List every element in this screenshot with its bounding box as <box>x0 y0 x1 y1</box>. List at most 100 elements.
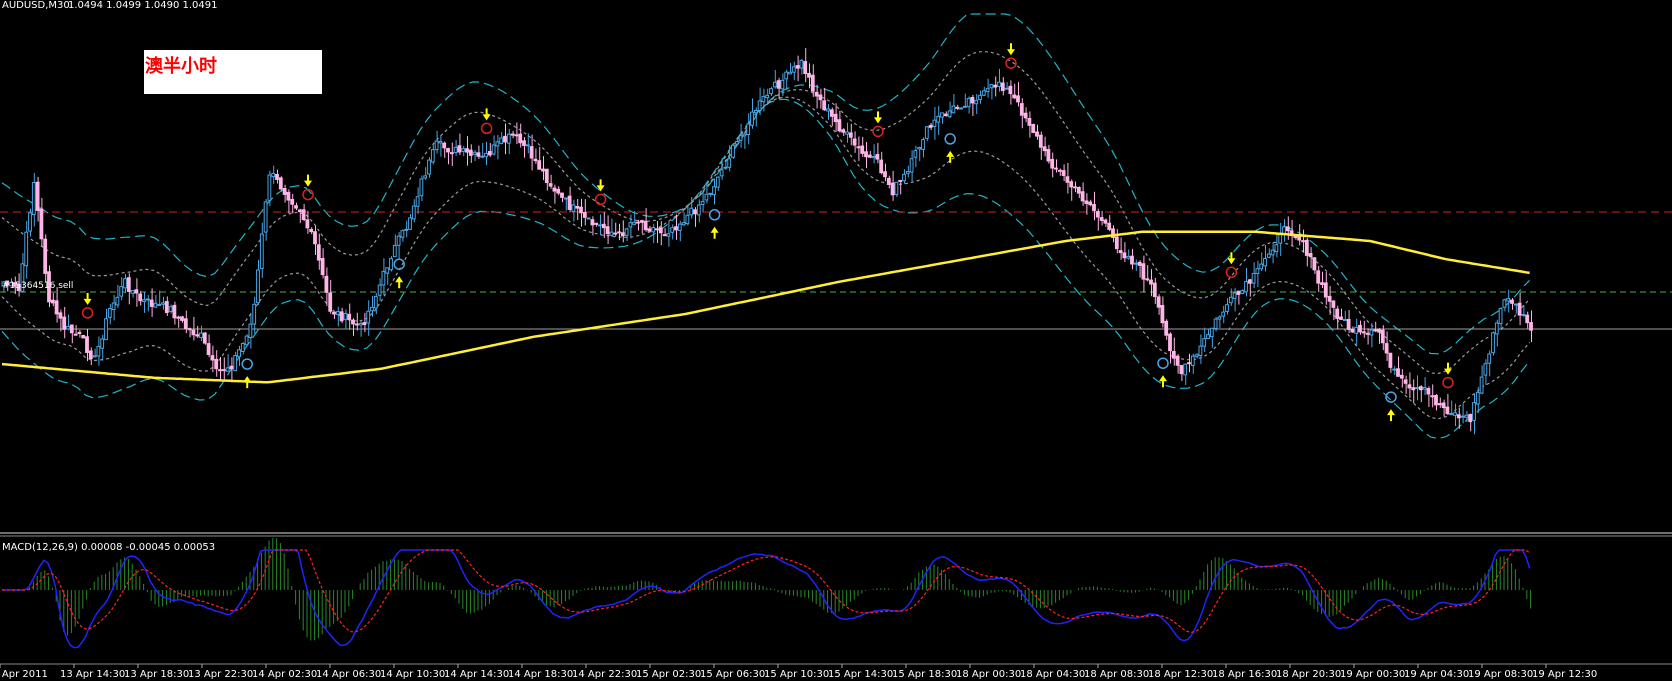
candle-body <box>126 277 131 292</box>
candle-body <box>719 169 724 177</box>
time-tick-label: 13 Apr 2011 <box>0 669 48 680</box>
candle-body <box>1179 365 1184 375</box>
candle-body <box>1046 149 1051 162</box>
candle-body <box>753 109 758 114</box>
candle-body <box>598 224 602 227</box>
candle-body <box>670 227 675 233</box>
candle-body <box>335 311 340 315</box>
candle-body <box>503 135 507 143</box>
candle-body <box>609 231 614 236</box>
candle-body <box>1392 368 1397 371</box>
candle-body <box>449 152 454 155</box>
candle-body <box>940 112 944 118</box>
time-tick-label: 15 Apr 02:30 <box>636 669 701 680</box>
candle-body <box>176 316 181 319</box>
candle-body <box>594 222 599 225</box>
candle-body <box>54 300 59 315</box>
candle-body <box>1358 324 1362 333</box>
candle-body <box>362 322 367 326</box>
candle-body <box>993 84 998 88</box>
candle-body <box>73 333 78 336</box>
candle-body <box>358 322 363 326</box>
candle-body <box>1092 203 1096 211</box>
candle-body <box>1456 414 1461 419</box>
candle-body <box>1206 334 1210 340</box>
candle-body <box>776 80 781 89</box>
candle-body <box>66 325 70 330</box>
candle-body <box>96 345 101 357</box>
candle-body <box>1316 270 1321 284</box>
candle-body <box>1232 292 1237 299</box>
candle-body <box>537 160 542 170</box>
candle-body <box>343 313 348 320</box>
candle-body <box>1133 262 1138 265</box>
candle-body <box>1426 388 1431 395</box>
candle-body <box>351 319 355 325</box>
candle-body <box>1475 392 1480 405</box>
down-arrow-icon <box>594 179 607 206</box>
candle-body <box>1042 146 1047 152</box>
candle-body <box>499 137 504 144</box>
candle-body <box>1004 87 1009 90</box>
candle-body <box>237 349 241 358</box>
candle-body <box>1270 249 1275 256</box>
candle-body <box>1377 328 1381 333</box>
up-arrow-icon <box>708 209 721 239</box>
candle-body <box>902 173 906 182</box>
candle-body <box>624 228 629 236</box>
candle-body <box>871 155 876 159</box>
candle-body <box>134 289 139 294</box>
down-arrow-icon <box>81 292 94 319</box>
candle-body <box>978 94 982 101</box>
candle-body <box>556 188 561 194</box>
candle-body <box>917 146 922 150</box>
candle-body <box>123 278 127 289</box>
candle-body <box>510 133 515 136</box>
candle-body <box>77 331 82 334</box>
candle-body <box>1339 316 1343 320</box>
candle-body <box>833 113 838 123</box>
candle-body <box>1038 134 1043 148</box>
candle-body <box>168 306 173 312</box>
candle-body <box>1365 332 1370 335</box>
candle-body <box>1095 211 1100 218</box>
candle-body <box>438 141 443 144</box>
candle-body <box>206 343 211 355</box>
price-chart[interactable]: 13 Apr 2011 13 Apr 14:3013 Apr 18:3013 Ap… <box>0 0 1672 681</box>
candle-body <box>1145 278 1150 281</box>
candle-body <box>651 227 656 233</box>
candle-body <box>1304 239 1309 256</box>
time-tick-label: 14 Apr 02:30 <box>252 669 317 680</box>
candle-body <box>1498 308 1503 325</box>
candle-body <box>1050 158 1055 169</box>
candle-body <box>1084 200 1089 204</box>
candle-body <box>1346 318 1351 330</box>
candle-body <box>202 332 207 344</box>
candle-body <box>1080 191 1085 202</box>
candle-body <box>286 191 291 201</box>
candle-body <box>1285 226 1290 232</box>
candle-body <box>867 154 872 158</box>
candle-body <box>845 131 849 135</box>
candle-body <box>434 140 439 151</box>
candle-body <box>58 312 63 319</box>
moving-average <box>1 230 1530 384</box>
candle-body <box>69 324 74 334</box>
candle-body <box>1247 279 1252 284</box>
time-tick-label: 19 Apr 04:30 <box>1404 669 1469 680</box>
candle-body <box>339 311 344 322</box>
candle-body <box>1494 322 1499 335</box>
candle-body <box>195 334 200 337</box>
candle-body <box>560 192 564 198</box>
candle-body <box>153 302 158 308</box>
candle-body <box>50 299 55 304</box>
candle-body <box>1369 329 1374 336</box>
candle-body <box>28 212 32 232</box>
candle-body <box>1065 176 1070 183</box>
time-tick-label: 19 Apr 00:30 <box>1340 669 1405 680</box>
candle-body <box>278 177 283 190</box>
candle-body <box>632 221 637 225</box>
time-tick-label: 15 Apr 18:30 <box>892 669 957 680</box>
candle-body <box>1209 327 1214 338</box>
candle-body <box>446 148 450 153</box>
